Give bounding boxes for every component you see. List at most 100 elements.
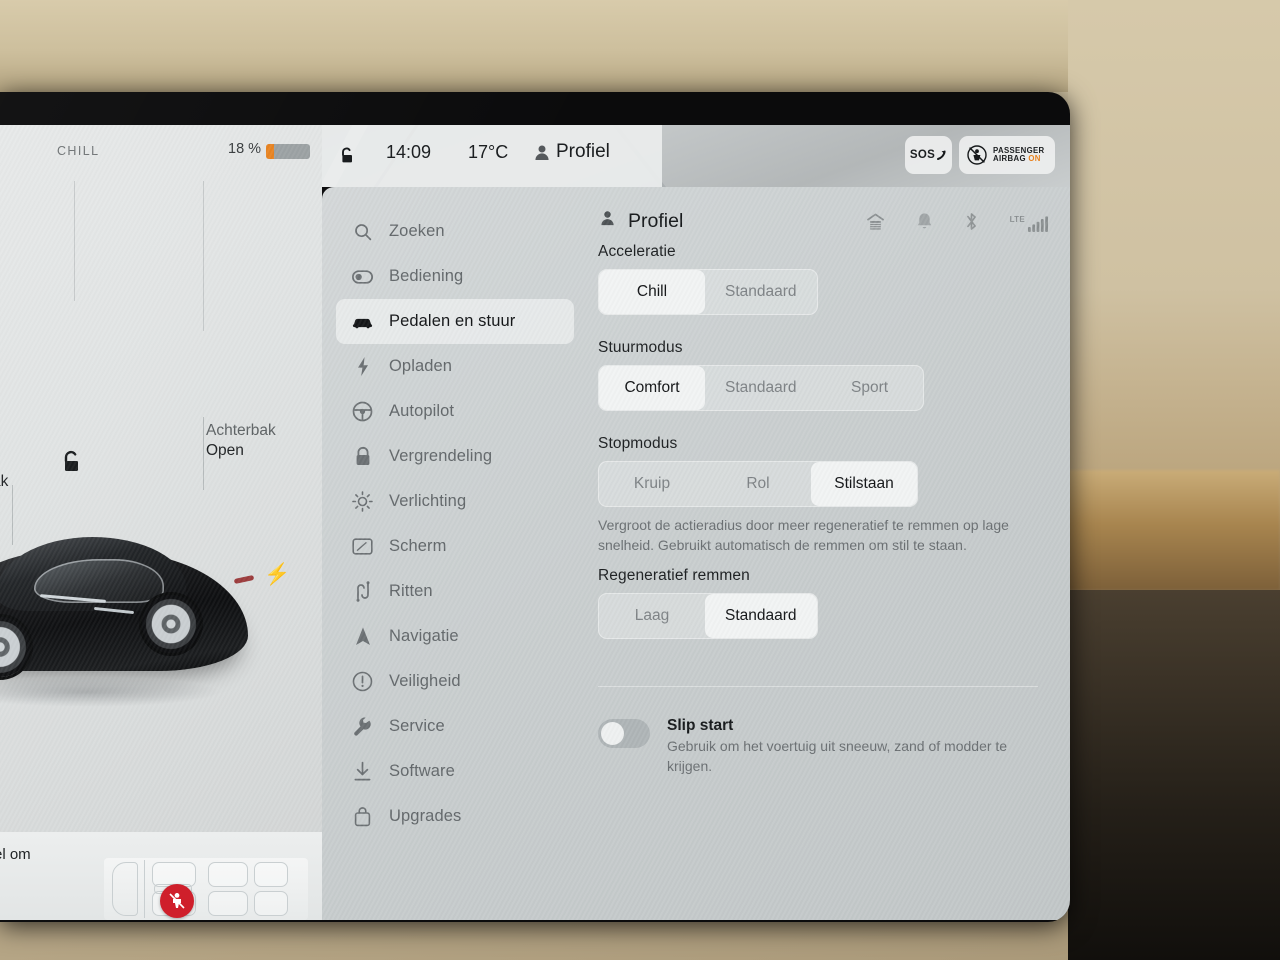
sidebar-item-scherm[interactable]: Scherm xyxy=(336,524,574,569)
slip-start-label: Slip start xyxy=(667,717,734,734)
sidebar-item-pedalen-en-stuur[interactable]: Pedalen en stuur xyxy=(336,299,574,344)
segment-option-standaard[interactable]: Standaard xyxy=(705,366,817,410)
right-wall-backdrop xyxy=(1068,0,1280,960)
vehicle-panel-topbar: CHILL 18 % xyxy=(0,135,322,169)
sidebar-item-software[interactable]: Software xyxy=(336,749,574,794)
display-icon xyxy=(352,536,373,557)
sidebar-item-zoeken[interactable]: Zoeken xyxy=(336,209,574,254)
cargo-right-area[interactable] xyxy=(254,891,288,916)
segment-option-chill[interactable]: Chill xyxy=(599,270,705,314)
sidebar-item-label: Navigatie xyxy=(389,627,459,645)
sidebar-item-label: Service xyxy=(389,717,445,735)
sidebar-item-autopilot[interactable]: Autopilot xyxy=(336,389,574,434)
trunk-state: Open xyxy=(206,441,244,459)
battery-gauge xyxy=(266,144,310,159)
sidebar-item-label: Zoeken xyxy=(389,222,445,240)
seat-card-truncated-text: el om xyxy=(0,846,31,863)
slip-start-description: Gebruik om het voertuig uit sneeuw, zand… xyxy=(667,738,1008,774)
outside-temperature-label: 17°C xyxy=(468,142,509,162)
sidebar-item-opladen[interactable]: Opladen xyxy=(336,344,574,389)
vehicle-render[interactable] xyxy=(0,525,278,735)
segment-option-standaard[interactable]: Standaard xyxy=(705,594,817,638)
person-icon xyxy=(598,209,617,233)
slip-start-text: Slip start Gebruik om het voertuig uit s… xyxy=(667,717,1037,777)
section-divider xyxy=(598,686,1038,687)
sos-button[interactable]: SOS xyxy=(905,136,952,174)
group-title: Acceleratie xyxy=(598,243,676,260)
sidebar-item-label: Pedalen en stuur xyxy=(389,312,516,330)
diagram-divider xyxy=(144,860,146,918)
person-icon xyxy=(532,143,552,168)
battery-percent-label: 18 % xyxy=(228,141,262,157)
segment-option-laag[interactable]: Laag xyxy=(599,594,705,638)
group-stuurmodus: Stuurmodus Comfort Standaard Sport xyxy=(598,339,1050,411)
vehicle-status-panel: CHILL 18 % Achterbak Open ak ⚡ xyxy=(0,125,322,846)
status-bar: 14:09 17°C Profiel SOS PASSENGER AIRBAG … xyxy=(322,125,1070,187)
toggle-icon xyxy=(352,266,373,287)
segment-option-comfort[interactable]: Comfort xyxy=(599,366,705,410)
page-title: Profiel xyxy=(628,209,684,232)
route-icon xyxy=(352,581,373,602)
wrench-icon xyxy=(352,716,373,737)
segmented-control-acceleratie[interactable]: Chill Standaard xyxy=(598,269,818,315)
vehicle-front-outline xyxy=(112,862,138,916)
group-title: Regeneratief remmen xyxy=(598,567,750,584)
sidebar-item-label: Bediening xyxy=(389,267,464,285)
sidebar-item-veiligheid[interactable]: Veiligheid xyxy=(336,659,574,704)
callout-line xyxy=(203,417,204,490)
segment-option-standaard[interactable]: Standaard xyxy=(705,270,817,314)
decor-gridline xyxy=(203,181,204,331)
sidebar-item-ritten[interactable]: Ritten xyxy=(336,569,574,614)
sidebar-item-service[interactable]: Service xyxy=(336,704,574,749)
segment-option-kruip[interactable]: Kruip xyxy=(599,462,705,506)
bluetooth-icon[interactable] xyxy=(964,211,979,237)
unlock-icon[interactable] xyxy=(336,145,358,172)
tesla-touchscreen: CHILL 18 % Achterbak Open ak ⚡ xyxy=(0,125,1070,920)
profile-button[interactable]: Profiel xyxy=(556,141,610,163)
sidebar-item-bediening[interactable]: Bediening xyxy=(336,254,574,299)
sidebar-item-vergrendeling[interactable]: Vergrendeling xyxy=(336,434,574,479)
segment-option-stilstaan[interactable]: Stilstaan xyxy=(811,462,917,506)
sidebar-item-upgrades[interactable]: Upgrades xyxy=(336,794,574,839)
segment-option-rol[interactable]: Rol xyxy=(705,462,811,506)
airbag-line-2: AIRBAG ON xyxy=(993,154,1041,163)
navigation-icon xyxy=(352,626,373,647)
drive-mode-label: CHILL xyxy=(57,144,100,158)
sidebar-item-label: Verlichting xyxy=(389,492,467,510)
sidebar-item-label: Opladen xyxy=(389,357,453,375)
group-regeneratief-remmen: Regeneratief remmen Laag Standaard xyxy=(598,567,1050,639)
segment-option-sport[interactable]: Sport xyxy=(817,366,923,410)
segmented-control-stuurmodus[interactable]: Comfort Standaard Sport xyxy=(598,365,924,411)
slip-start-row[interactable]: Slip start Gebruik om het voertuig uit s… xyxy=(598,717,1037,777)
seat-climate-card[interactable]: el om xyxy=(0,832,322,920)
segmented-control-regeneratief-remmen[interactable]: Laag Standaard xyxy=(598,593,818,639)
seat-layout-diagram[interactable] xyxy=(104,858,308,920)
group-acceleratie: Acceleratie Chill Standaard xyxy=(598,243,1050,315)
sidebar-item-label: Vergrendeling xyxy=(389,447,493,465)
bag-icon xyxy=(352,806,373,827)
dark-interior-area xyxy=(1068,590,1280,960)
rear-right-seat[interactable] xyxy=(208,891,248,916)
passenger-airbag-indicator[interactable]: PASSENGER AIRBAG ON xyxy=(959,136,1055,174)
sidebar-item-verlichting[interactable]: Verlichting xyxy=(336,479,574,524)
group-stopmodus: Stopmodus Kruip Rol Stilstaan Vergroot d… xyxy=(598,435,1050,556)
rear-left-seat[interactable] xyxy=(208,862,248,887)
sidebar-item-label: Autopilot xyxy=(389,402,455,420)
vehicle-shadow xyxy=(0,677,222,707)
garage-icon[interactable] xyxy=(866,213,885,236)
settings-sidebar: Zoeken Bediening Pedalen en stuur Oplade… xyxy=(322,187,580,920)
sidebar-item-navigatie[interactable]: Navigatie xyxy=(336,614,574,659)
clock-label: 14:09 xyxy=(386,142,432,162)
sidebar-item-label: Ritten xyxy=(389,582,433,600)
cargo-left-area[interactable] xyxy=(254,862,288,887)
unlock-icon[interactable] xyxy=(56,447,86,477)
sos-arrow-icon xyxy=(937,150,946,160)
lte-signal-icon[interactable]: LTE xyxy=(1010,215,1048,232)
child-seat-warning-icon[interactable] xyxy=(160,884,194,918)
slip-start-toggle[interactable] xyxy=(598,719,650,748)
segmented-control-stopmodus[interactable]: Kruip Rol Stilstaan xyxy=(598,461,918,507)
alert-circle-icon xyxy=(352,671,373,692)
bell-icon[interactable] xyxy=(916,212,933,236)
steering-icon xyxy=(352,401,373,422)
airbag-off-icon xyxy=(967,145,987,165)
